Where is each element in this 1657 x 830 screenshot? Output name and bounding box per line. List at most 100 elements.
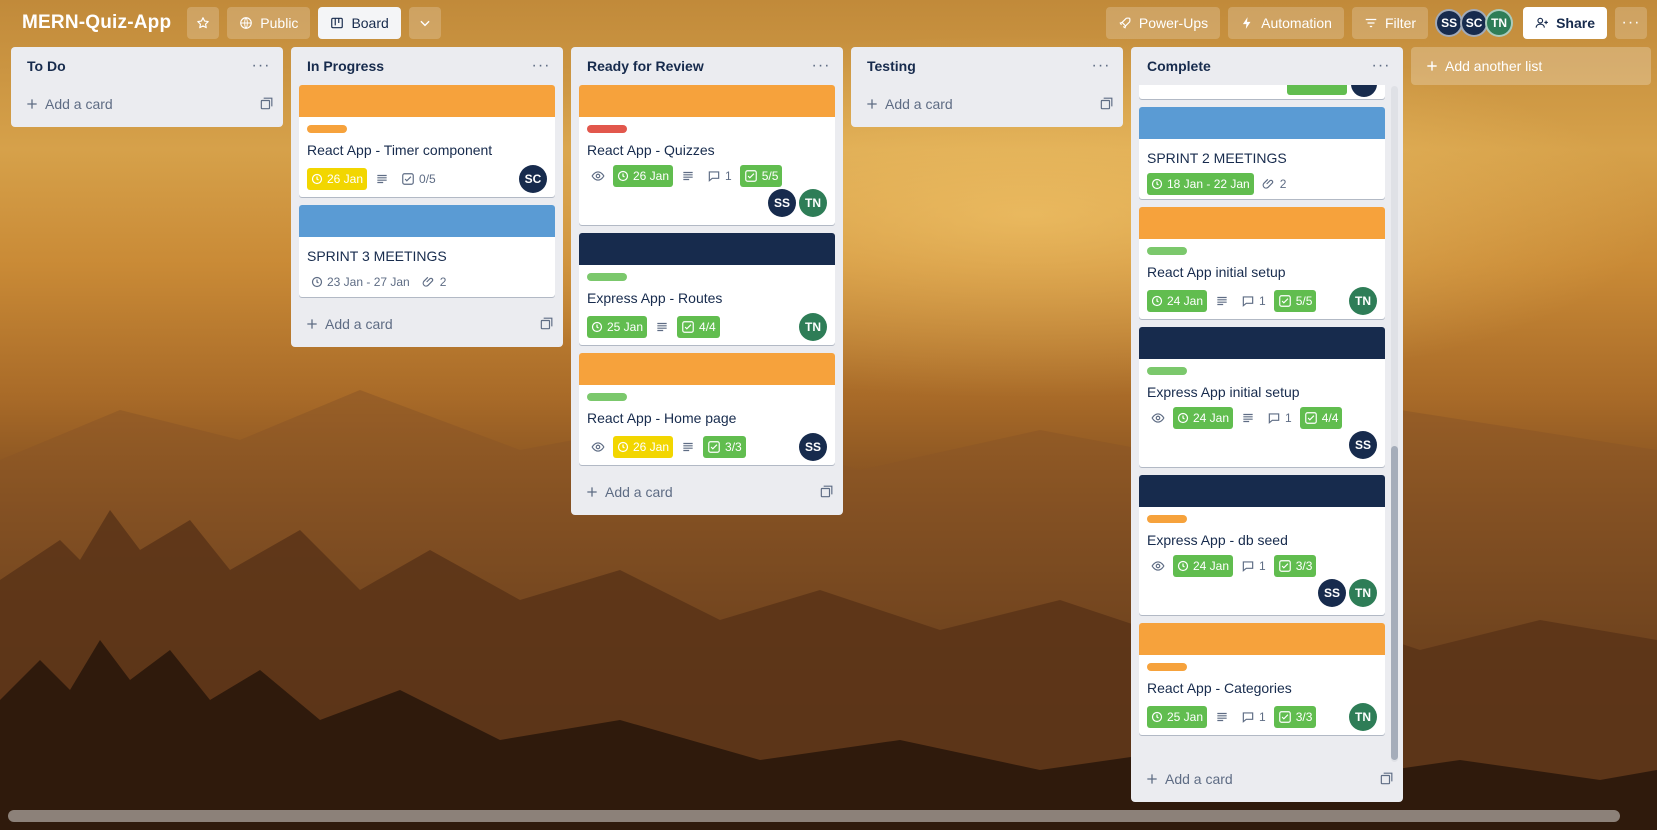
checklist-count: 3/3 <box>1295 710 1313 724</box>
visibility-button[interactable]: Public <box>227 7 311 39</box>
comments-count: 1 <box>1259 294 1266 308</box>
due-date-badge[interactable]: 24 Jan <box>1173 407 1234 429</box>
checklist-count: 4/4 <box>1321 411 1339 425</box>
plus-icon <box>25 97 39 111</box>
list-title[interactable]: Ready for Review <box>587 58 704 74</box>
card-title: React App initial setup <box>1147 264 1286 280</box>
filter-button[interactable]: Filter <box>1351 7 1429 39</box>
due-date-text: 26 Jan <box>633 169 670 183</box>
star-button[interactable] <box>187 7 220 39</box>
add-card-button[interactable]: Add a card <box>291 305 563 343</box>
card-label[interactable] <box>587 393 627 401</box>
list-scrollbar[interactable] <box>1391 86 1398 762</box>
description-icon <box>681 440 695 454</box>
card[interactable]: SPRINT 2 MEETINGS 18 Jan - 22 Jan 2 <box>1139 107 1385 199</box>
card-members: SS TN <box>587 189 827 217</box>
add-card-button[interactable]: Add a card <box>851 85 1123 123</box>
avatar[interactable]: SS <box>1318 579 1346 607</box>
list-menu-icon[interactable]: ··· <box>529 54 553 78</box>
powerups-button[interactable]: Power-Ups <box>1105 7 1221 39</box>
attachment-badge: 2 <box>418 271 451 293</box>
avatar[interactable]: TN <box>1349 579 1377 607</box>
card-cover <box>299 205 555 237</box>
card[interactable]: React App - Quizzes 26 Jan 1 5/5 SS TN <box>579 85 835 225</box>
card[interactable]: Express App - Routes 25 Jan 4/4 TN <box>579 233 835 345</box>
card-cover <box>579 85 835 117</box>
list-menu-icon[interactable]: ··· <box>1089 54 1113 78</box>
avatar[interactable]: SS <box>768 189 796 217</box>
list-title[interactable]: Complete <box>1147 58 1211 74</box>
share-button[interactable]: Share <box>1523 7 1607 39</box>
list-scroll-area[interactable]: SPRINT 2 MEETINGS 18 Jan - 22 Jan 2 Reac… <box>1131 85 1393 756</box>
dates-badge[interactable]: 23 Jan - 27 Jan <box>307 271 414 293</box>
avatar[interactable]: SS <box>799 433 827 461</box>
board-view-button[interactable]: Board <box>318 7 401 39</box>
card[interactable]: SPRINT 3 MEETINGS 23 Jan - 27 Jan 2 <box>299 205 555 297</box>
checklist-icon <box>707 440 721 454</box>
avatar[interactable]: TN <box>799 313 827 341</box>
card[interactable] <box>1139 85 1385 99</box>
template-icon[interactable] <box>819 485 833 499</box>
avatar[interactable]: SS <box>1435 9 1464 37</box>
avatar[interactable] <box>1351 85 1377 97</box>
due-date-badge[interactable]: 24 Jan <box>1147 290 1208 312</box>
due-date-badge[interactable]: 26 Jan <box>613 436 674 458</box>
powerups-label: Power-Ups <box>1138 15 1209 31</box>
eye-icon <box>591 440 605 454</box>
card-label[interactable] <box>1147 663 1187 671</box>
views-dropdown-button[interactable] <box>408 7 441 39</box>
avatar[interactable]: SS <box>1349 431 1377 459</box>
list-scrollbar-thumb[interactable] <box>1391 446 1398 760</box>
description-icon <box>655 320 669 334</box>
avatar[interactable]: SC <box>1460 9 1489 37</box>
avatar[interactable]: TN <box>1349 703 1377 731</box>
due-date-text: 24 Jan <box>1193 559 1230 573</box>
list-title[interactable]: Testing <box>867 58 916 74</box>
due-date-badge[interactable]: 25 Jan <box>1147 706 1208 728</box>
avatar[interactable]: TN <box>1485 9 1514 37</box>
board-menu-button[interactable]: ··· <box>1615 7 1647 39</box>
add-card-button[interactable]: Add a card <box>11 85 283 123</box>
board-horizontal-scrollbar[interactable] <box>8 810 1620 822</box>
list-menu-icon[interactable]: ··· <box>809 54 833 78</box>
due-date-badge[interactable]: 26 Jan <box>613 165 674 187</box>
clock-icon <box>1177 560 1189 572</box>
add-card-button[interactable]: Add a card <box>571 473 843 511</box>
due-date-badge[interactable]: 26 Jan <box>307 168 368 190</box>
list-menu-icon[interactable]: ··· <box>1369 54 1393 78</box>
paperclip-icon <box>1262 177 1276 191</box>
comment-icon <box>1267 411 1281 425</box>
template-icon[interactable] <box>1099 97 1113 111</box>
avatar[interactable]: TN <box>1349 287 1377 315</box>
card[interactable]: React App initial setup 24 Jan 1 5/5 TN <box>1139 207 1385 319</box>
card[interactable]: React App - Categories 25 Jan 1 3/3 TN <box>1139 623 1385 735</box>
template-icon[interactable] <box>1379 772 1393 786</box>
add-card-button[interactable]: Add a card <box>1131 760 1403 798</box>
list-menu-icon[interactable]: ··· <box>249 54 273 78</box>
card-label[interactable] <box>307 125 347 133</box>
card-label[interactable] <box>587 125 627 133</box>
card-label[interactable] <box>1147 367 1187 375</box>
card-label[interactable] <box>587 273 627 281</box>
card[interactable]: Express App - db seed 24 Jan 1 3/3 SS TN <box>1139 475 1385 615</box>
avatar[interactable]: SC <box>519 165 547 193</box>
card[interactable]: React App - Timer component 26 Jan 0/5 S… <box>299 85 555 197</box>
avatar[interactable]: TN <box>799 189 827 217</box>
card[interactable]: React App - Home page 26 Jan 3/3 SS <box>579 353 835 465</box>
card[interactable]: Express App initial setup 24 Jan 1 4/4 S… <box>1139 327 1385 467</box>
dates-badge[interactable]: 18 Jan - 22 Jan <box>1147 173 1254 195</box>
due-date-badge[interactable]: 25 Jan <box>587 316 648 338</box>
list-title[interactable]: In Progress <box>307 58 384 74</box>
card-label[interactable] <box>1147 515 1187 523</box>
card-label[interactable] <box>1147 247 1187 255</box>
list-title[interactable]: To Do <box>27 58 66 74</box>
due-date-badge[interactable]: 24 Jan <box>1173 555 1234 577</box>
automation-button[interactable]: Automation <box>1228 7 1344 39</box>
comments-count: 1 <box>1259 710 1266 724</box>
card-cover <box>579 233 835 265</box>
add-card-label: Add a card <box>885 96 953 112</box>
template-icon[interactable] <box>539 317 553 331</box>
add-another-list-button[interactable]: Add another list <box>1411 47 1651 85</box>
template-icon[interactable] <box>259 97 273 111</box>
board-title[interactable]: MERN-Quiz-App <box>10 12 179 34</box>
